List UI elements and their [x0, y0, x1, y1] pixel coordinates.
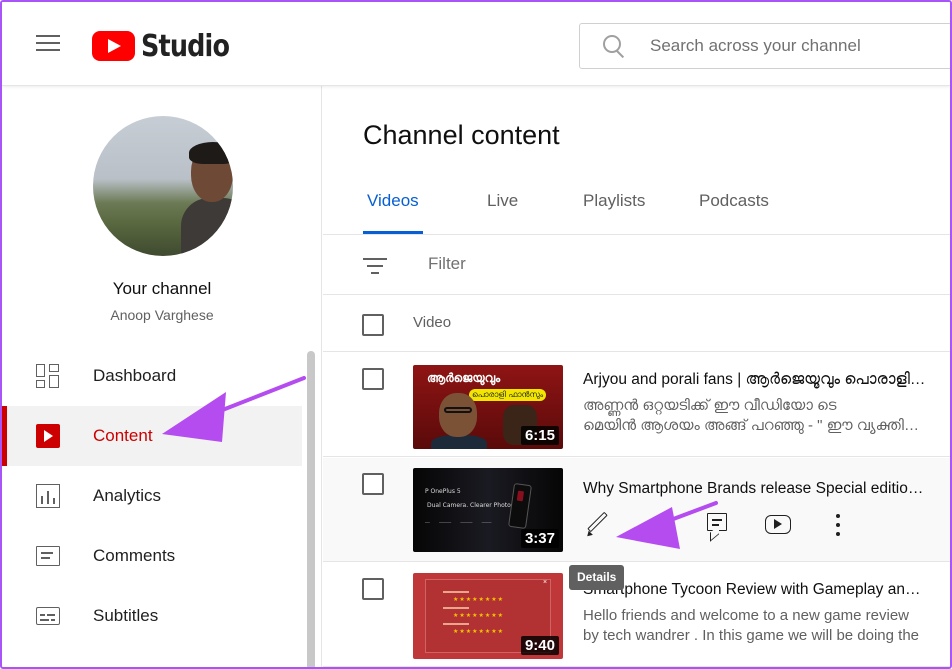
table-row: × ★★★★★★★★ ★★★★★★★★ ★★★★★★★★ 9:40 Smartp…: [323, 563, 950, 667]
logo-text: Studio: [141, 28, 230, 64]
subtitles-icon: [36, 607, 60, 625]
comments-icon: [36, 546, 60, 566]
sidebar-item-label: Dashboard: [93, 366, 177, 385]
video-title[interactable]: Smartphone Tycoon Review with Gameplay a…: [583, 581, 928, 599]
thumbnail-text: ആർജെയുവും: [427, 371, 501, 385]
table-row: P OnePlus 5 Dual Camera. Clearer Photos.…: [323, 458, 950, 562]
filter-input[interactable]: Filter: [428, 254, 466, 274]
rating-stars: ★★★★★★★★: [453, 597, 503, 603]
more-options-icon[interactable]: [823, 510, 853, 540]
duration-badge: 6:15: [520, 426, 559, 445]
top-bar: Studio: [2, 2, 950, 86]
thumbnail-text: പൊരാളി ഫാൻസും: [469, 389, 547, 401]
row-checkbox[interactable]: [362, 368, 384, 390]
sidebar-item-analytics[interactable]: Analytics: [2, 466, 302, 526]
column-header-video: Video: [413, 314, 452, 331]
select-all-checkbox[interactable]: [362, 314, 384, 336]
duration-badge: 9:40: [520, 636, 559, 655]
app-window: Studio Your channel Anoop Varghese: [0, 0, 952, 669]
description-line: അണ്ണൻ ഒറ്റയടിക്ക് ഈ വീഡിയോ ടെ: [583, 397, 837, 414]
thumbnail-text: ── ───── ───── ────: [425, 520, 492, 525]
description-line: മെയിൻ ആശയം അങ്ങ് പറഞ്ഞു - " ഈ വ്യക്തിയെ: [583, 417, 928, 434]
row-checkbox[interactable]: [362, 578, 384, 600]
sidebar-item-subtitles[interactable]: Subtitles: [2, 586, 302, 646]
analytics-icon: [36, 484, 60, 508]
video-description: അണ്ണൻ ഒറ്റയടിക്ക് ഈ വീഡിയോ ടെ മെയിൻ ആശയം…: [583, 396, 928, 436]
details-pencil-icon[interactable]: [583, 510, 613, 540]
tab-videos[interactable]: Videos: [363, 191, 423, 234]
description-line: Hello friends and welcome to a new game …: [583, 607, 909, 624]
details-tooltip: Details: [569, 565, 625, 590]
video-description: Hello friends and welcome to a new game …: [583, 606, 928, 646]
rating-stars: ★★★★★★★★: [453, 629, 503, 635]
channel-avatar[interactable]: [93, 116, 233, 256]
sidebar-item-content[interactable]: Content: [2, 406, 302, 466]
video-title[interactable]: Arjyou and porali fans | ആർജെയൂവും പൊരാള…: [583, 371, 928, 389]
sidebar: Your channel Anoop Varghese Dashboard Co…: [2, 86, 322, 667]
sidebar-scrollbar[interactable]: [307, 351, 315, 667]
sidebar-item-dashboard[interactable]: Dashboard: [2, 346, 302, 406]
youtube-icon[interactable]: [763, 510, 793, 540]
sidebar-item-label: Comments: [93, 546, 176, 565]
tab-playlists[interactable]: Playlists: [583, 191, 645, 211]
sidebar-item-label: Analytics: [93, 486, 162, 505]
row-actions: [583, 510, 883, 540]
sidebar-item-comments[interactable]: Comments: [2, 526, 302, 586]
youtube-logo-icon: [92, 31, 135, 61]
tab-podcasts[interactable]: Podcasts: [699, 191, 769, 211]
rating-stars: ★★★★★★★★: [453, 613, 503, 619]
filter-icon[interactable]: [363, 255, 387, 275]
video-thumbnail[interactable]: × ★★★★★★★★ ★★★★★★★★ ★★★★★★★★ 9:40: [413, 573, 563, 659]
video-thumbnail[interactable]: P OnePlus 5 Dual Camera. Clearer Photos.…: [413, 468, 563, 552]
main-content: Channel content Videos Live Playlists Po…: [323, 86, 950, 667]
menu-icon[interactable]: [30, 30, 66, 60]
studio-logo[interactable]: Studio: [92, 28, 245, 64]
description-line: by tech wandrer . In this game we will b…: [583, 627, 920, 644]
filter-bar: Filter: [323, 235, 950, 295]
table-row: ആർജെയുവും പൊരാളി ഫാൻസും 6:15 Arjyou and …: [323, 353, 950, 457]
thumbnail-text: P OnePlus 5: [425, 488, 461, 495]
duration-badge: 3:37: [520, 529, 559, 548]
comments-icon[interactable]: [703, 510, 733, 540]
search-icon[interactable]: [600, 32, 628, 60]
search-box[interactable]: [579, 23, 950, 69]
page-title: Channel content: [363, 120, 560, 150]
thumbnail-text: Dual Camera. Clearer Photos.: [427, 502, 516, 509]
row-checkbox[interactable]: [362, 473, 384, 495]
avatar-photo: [181, 142, 233, 256]
content-icon: [36, 424, 60, 448]
sidebar-nav: Dashboard Content Analytics Comments Sub…: [2, 346, 302, 646]
sidebar-item-label: Content: [93, 426, 153, 445]
video-title[interactable]: Why Smartphone Brands release Special ed…: [583, 480, 928, 498]
analytics-icon[interactable]: [643, 510, 673, 540]
tab-live[interactable]: Live: [487, 191, 518, 211]
sidebar-item-label: Subtitles: [93, 606, 159, 625]
search-input[interactable]: [650, 36, 950, 56]
video-thumbnail[interactable]: ആർജെയുവും പൊരാളി ഫാൻസും 6:15: [413, 365, 563, 449]
channel-title: Your channel: [112, 279, 212, 298]
table-header: Video: [323, 296, 950, 352]
dashboard-icon: [36, 364, 60, 388]
channel-name: Anoop Varghese: [110, 307, 214, 323]
phone-image: [508, 482, 532, 530]
